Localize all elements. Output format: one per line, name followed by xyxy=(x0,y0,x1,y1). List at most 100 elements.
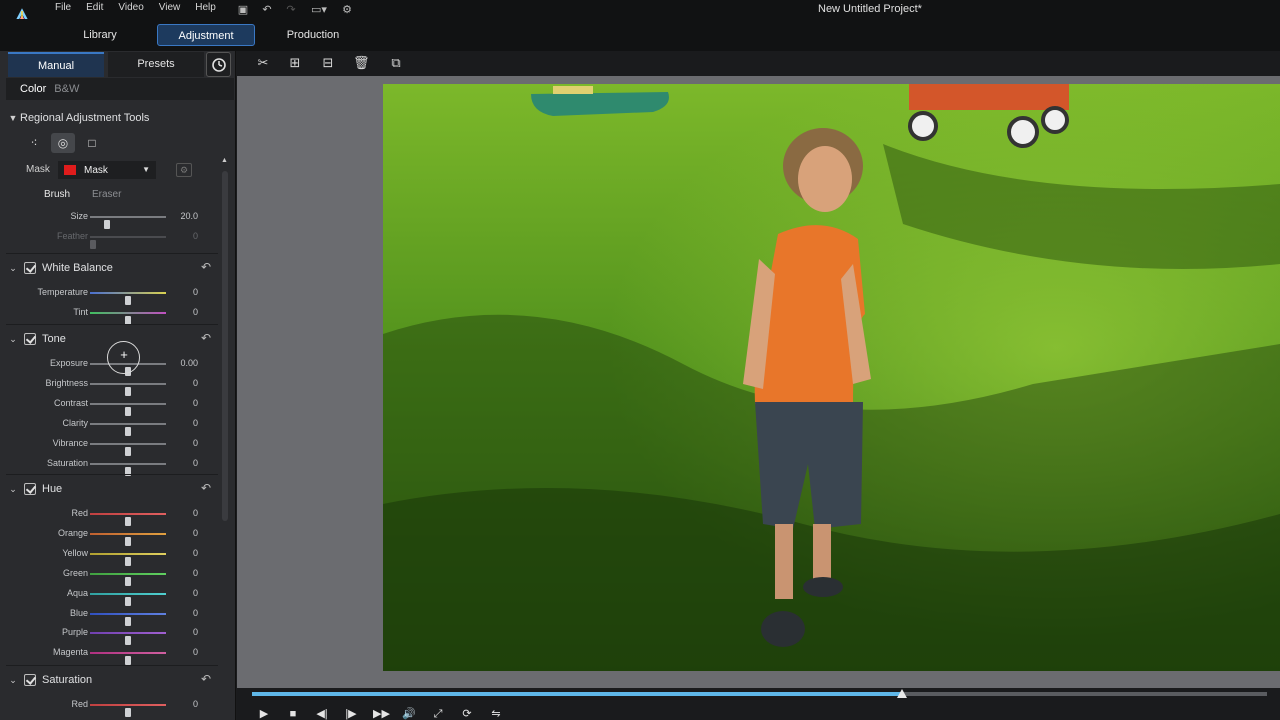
reset-icon[interactable]: ↶ xyxy=(201,482,214,495)
tone-vibrance-slider[interactable] xyxy=(90,443,166,456)
hue-blue-value: 0 xyxy=(192,607,198,618)
radial-filter-icon[interactable]: ◎ xyxy=(51,133,75,153)
hue-yellow-row: Yellow 0 xyxy=(6,545,218,566)
compare-icon[interactable]: ⇋ xyxy=(489,708,503,720)
menu-video[interactable]: Video xyxy=(118,2,143,13)
feather-slider-handle xyxy=(90,240,96,249)
scroll-up-icon[interactable]: ▲ xyxy=(221,157,228,164)
mode-color[interactable]: Color xyxy=(20,83,46,95)
saturation-red-slider[interactable] xyxy=(90,704,166,717)
hue-title: Hue xyxy=(42,483,63,495)
collapse-caret-icon[interactable]: ⌄ xyxy=(6,263,20,274)
hue-header[interactable]: ⌄ Hue ↶ xyxy=(6,479,218,499)
cut-scissors-icon[interactable]: ✂ xyxy=(255,56,271,70)
split-clip-icon[interactable]: ⊞ xyxy=(287,56,303,70)
hue-purple-slider[interactable] xyxy=(90,632,166,646)
history-button[interactable] xyxy=(206,52,231,77)
redo-icon[interactable]: ↷ xyxy=(284,2,298,16)
crosshair-cursor-icon: + xyxy=(120,347,128,362)
tone-clarity-slider[interactable] xyxy=(90,423,166,436)
saturation-title: Saturation xyxy=(42,674,93,686)
tone-contrast-slider[interactable] xyxy=(90,403,166,416)
tone-vibrance-value: 0 xyxy=(192,438,198,448)
graduated-filter-icon[interactable]: ⁖ xyxy=(22,133,46,153)
white-balance-tint-slider[interactable] xyxy=(90,312,166,325)
white-balance-header[interactable]: ⌄ White Balance ↶ xyxy=(6,258,218,278)
tone-contrast-row: Contrast 0 xyxy=(6,395,218,416)
collapse-caret-icon[interactable]: ⌄ xyxy=(6,334,20,345)
adjustment-brush-icon[interactable]: □ xyxy=(80,133,104,153)
save-icon[interactable]: ▣ xyxy=(236,2,250,16)
hue-red-slider[interactable] xyxy=(90,513,166,526)
settings-gear-icon[interactable]: ⚙ xyxy=(340,2,354,16)
tab-library[interactable]: Library xyxy=(70,24,130,46)
menu-view[interactable]: View xyxy=(159,2,181,13)
tone-clarity-label: Clarity xyxy=(62,418,88,428)
tone-enable-checkbox[interactable] xyxy=(24,333,36,345)
tone-saturation-slider[interactable] xyxy=(90,463,166,476)
panel-scrollbar[interactable]: ▲ xyxy=(221,157,229,720)
mask-settings-icon[interactable]: ⚙ xyxy=(176,163,192,177)
menu-file[interactable]: File xyxy=(55,2,71,13)
white-balance-tint-row: Tint 0 xyxy=(6,304,218,325)
scrollbar-thumb[interactable] xyxy=(222,171,228,521)
eraser-mode[interactable]: Eraser xyxy=(92,189,121,200)
hue-enable-checkbox[interactable] xyxy=(24,483,36,495)
mask-select[interactable]: Mask ▼ xyxy=(58,161,156,179)
stop-icon[interactable]: ■ xyxy=(286,708,300,720)
feather-slider-row: Feather 0 xyxy=(6,228,218,249)
hue-green-slider[interactable] xyxy=(90,572,166,586)
timeline-scrubber[interactable] xyxy=(252,689,1267,698)
tone-contrast-value: 0 xyxy=(192,398,198,408)
mode-bw[interactable]: B&W xyxy=(54,83,79,95)
collapse-caret-icon[interactable]: ⌄ xyxy=(6,484,20,495)
main-menu: File Edit Video View Help xyxy=(55,2,231,13)
module-bar: Library Adjustment Production xyxy=(0,19,1280,51)
saturation-enable-checkbox[interactable] xyxy=(24,674,36,686)
fit-view-icon[interactable]: ⧉ xyxy=(388,56,404,70)
reset-icon[interactable]: ↶ xyxy=(201,332,214,345)
reset-icon[interactable]: ↶ xyxy=(201,261,214,274)
volume-icon[interactable]: 🔊 xyxy=(402,708,416,720)
delete-trash-icon[interactable]: 🗑 xyxy=(353,56,370,70)
feather-slider xyxy=(90,236,166,249)
regional-tools-title: Regional Adjustment Tools xyxy=(20,112,150,124)
regional-tools-header[interactable]: ▼ Regional Adjustment Tools xyxy=(6,108,218,128)
trim-clip-icon[interactable]: ⊟ xyxy=(320,56,336,70)
tab-manual[interactable]: Manual xyxy=(8,52,104,77)
hue-yellow-slider[interactable] xyxy=(90,552,166,566)
reset-icon[interactable]: ↶ xyxy=(201,673,214,686)
white-balance-enable-checkbox[interactable] xyxy=(24,262,36,274)
menu-help[interactable]: Help xyxy=(195,2,216,13)
hue-blue-slider[interactable] xyxy=(90,612,166,626)
size-slider[interactable] xyxy=(90,216,166,229)
undo-icon[interactable]: ↶ xyxy=(260,2,274,16)
tab-production[interactable]: Production xyxy=(278,24,348,46)
aspect-ratio-icon[interactable]: ▭▾ xyxy=(308,2,330,16)
hue-aqua-value: 0 xyxy=(192,587,198,598)
fullscreen-icon[interactable]: ⤢ xyxy=(431,708,445,720)
tab-adjustment[interactable]: Adjustment xyxy=(157,24,255,46)
previous-frame-icon[interactable]: ◀| xyxy=(315,708,329,720)
tone-brightness-slider[interactable] xyxy=(90,383,166,396)
fast-forward-icon[interactable]: ▶▶ xyxy=(373,708,390,720)
slider-handle[interactable] xyxy=(125,708,131,717)
brush-mode[interactable]: Brush xyxy=(44,189,70,200)
tone-saturation-value: 0 xyxy=(192,458,198,468)
mask-label: Mask xyxy=(26,164,50,175)
white-balance-temperature-slider[interactable] xyxy=(90,292,166,305)
menu-edit[interactable]: Edit xyxy=(86,2,103,13)
collapse-caret-icon[interactable]: ⌄ xyxy=(6,675,20,686)
saturation-header[interactable]: ⌄ Saturation ↶ xyxy=(6,670,218,690)
hue-green-row: Green 0 xyxy=(6,565,218,586)
next-frame-icon[interactable]: |▶ xyxy=(344,708,358,720)
hue-aqua-slider[interactable] xyxy=(90,592,166,606)
loop-icon[interactable]: ⟳ xyxy=(460,708,474,720)
tone-brightness-value: 0 xyxy=(192,378,198,388)
playhead-marker[interactable] xyxy=(896,689,907,698)
play-icon[interactable]: ▶ xyxy=(257,708,271,720)
hue-orange-slider[interactable] xyxy=(90,532,166,546)
tab-presets[interactable]: Presets xyxy=(108,52,204,77)
slider-handle[interactable] xyxy=(125,656,131,666)
hue-magenta-slider[interactable] xyxy=(90,652,166,666)
